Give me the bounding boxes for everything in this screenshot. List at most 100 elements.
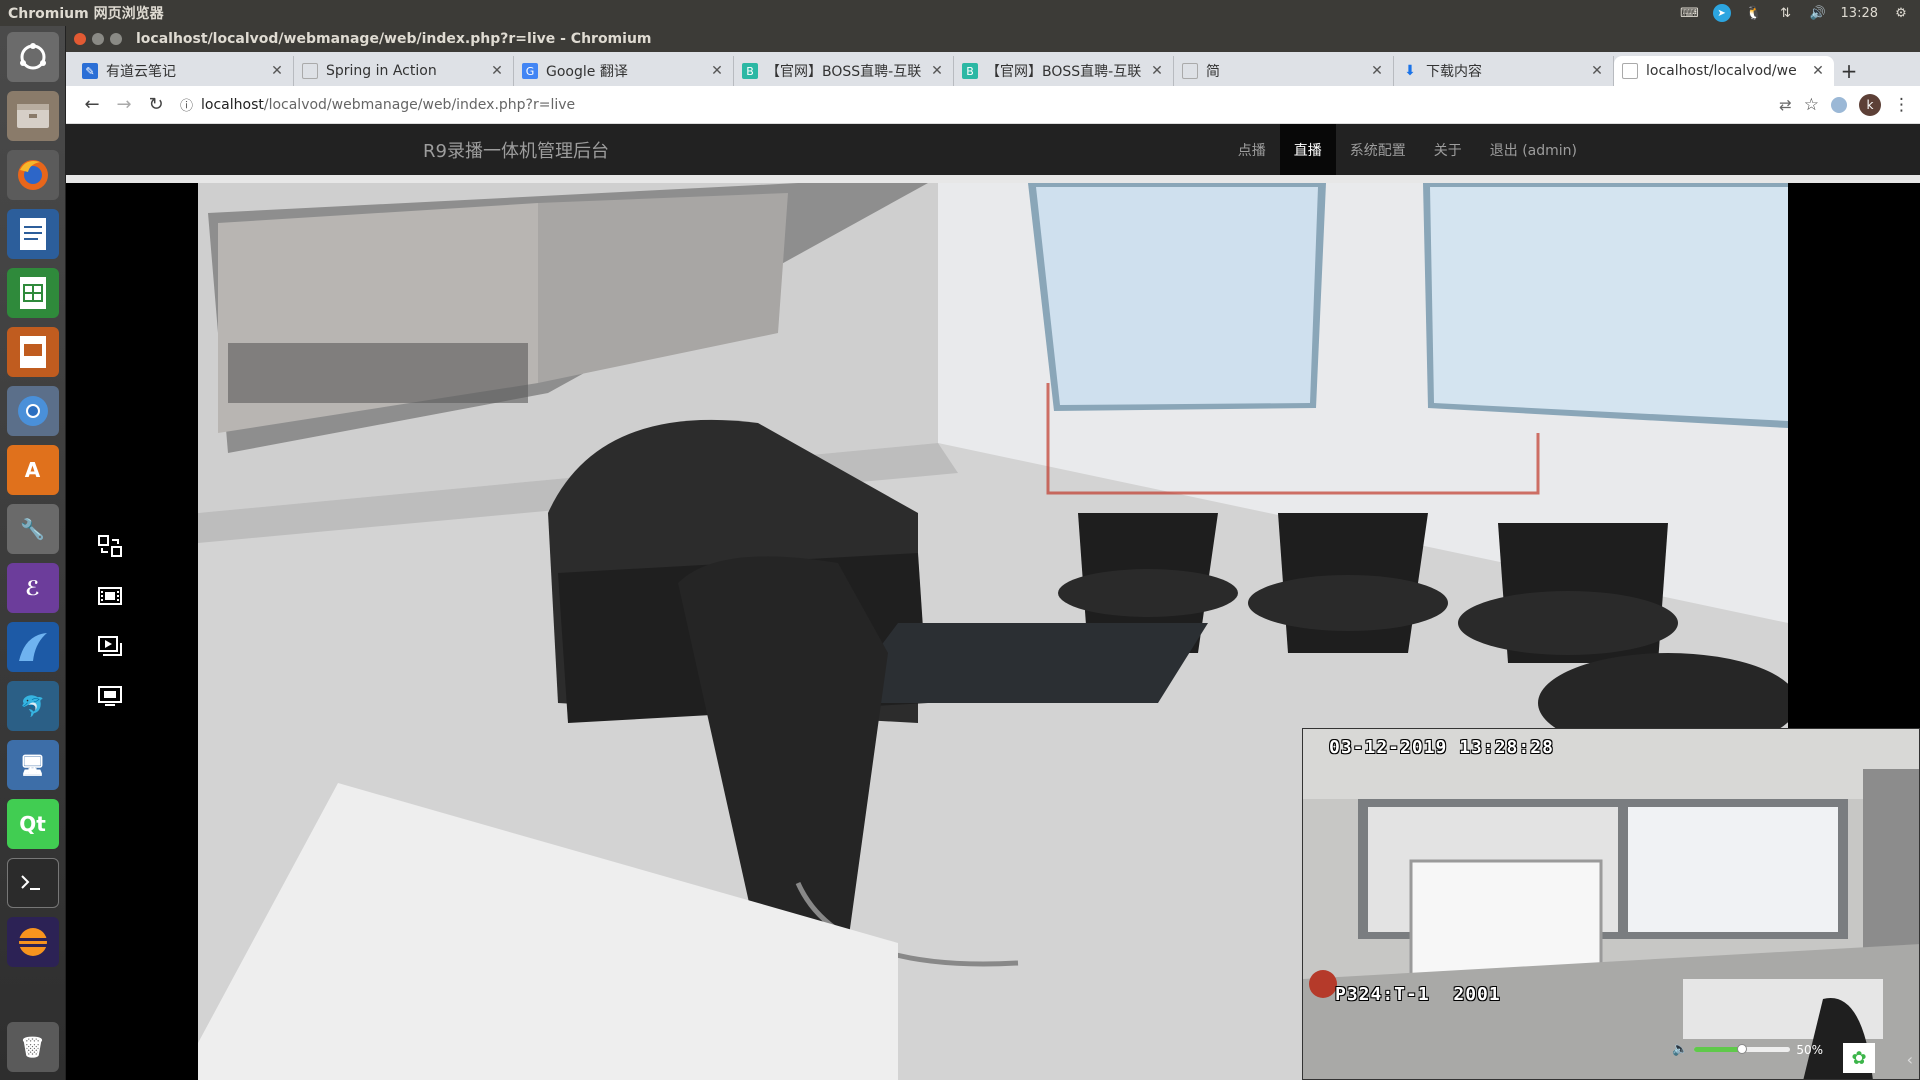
volume-knob[interactable]: [1737, 1044, 1748, 1054]
collapse-chevron-icon[interactable]: ‹: [1907, 1050, 1913, 1069]
speaker-icon[interactable]: 🔈: [1672, 1042, 1688, 1057]
libreoffice-calc-icon[interactable]: [6, 268, 59, 318]
active-app-title: Chromium 网页浏览器: [8, 6, 164, 22]
tab-boss-2[interactable]: B 【官网】BOSS直聘-互联 ✕: [954, 56, 1174, 86]
site-navbar: R9录播一体机管理后台 点播 直播 系统配置 关于 退出 (admin): [66, 124, 1920, 175]
settings-gear-icon[interactable]: ⚙: [1892, 4, 1910, 22]
terminal-icon[interactable]: [6, 858, 59, 908]
libreoffice-writer-icon[interactable]: [6, 209, 59, 259]
dash-home-icon[interactable]: [6, 32, 59, 82]
network-icon[interactable]: ⇅: [1777, 4, 1795, 22]
tab-close-icon[interactable]: ✕: [709, 63, 725, 79]
film-strip-icon[interactable]: [96, 583, 124, 609]
profile-avatar[interactable]: k: [1859, 93, 1881, 116]
trash-icon[interactable]: 🗑: [6, 1022, 59, 1072]
url-path: /localvod/webmanage/web/index.php?r=live: [263, 96, 576, 113]
eclipse-icon[interactable]: [6, 917, 59, 967]
volume-label: 50%: [1796, 1042, 1823, 1057]
tab-close-icon[interactable]: ✕: [269, 63, 285, 79]
remote-desktop-icon[interactable]: 🖥: [6, 740, 59, 790]
input-method-icon[interactable]: ⌨: [1680, 4, 1699, 22]
files-icon[interactable]: [6, 91, 59, 141]
tab-jian[interactable]: 简 ✕: [1174, 56, 1394, 86]
document-icon: [302, 63, 318, 79]
system-top-panel: Chromium 网页浏览器 ⌨ ➤ 🐧 ⇅ 🔊 13:28 ⚙: [0, 0, 1920, 26]
tab-close-icon[interactable]: ✕: [1149, 63, 1165, 79]
reload-icon[interactable]: ↻: [140, 89, 172, 121]
play-video-icon[interactable]: [96, 633, 124, 659]
extension-icon[interactable]: [1831, 96, 1847, 113]
nav-live[interactable]: 直播: [1279, 124, 1336, 175]
tab-spring-in-action[interactable]: Spring in Action ✕: [294, 56, 514, 86]
site-info-icon[interactable]: ⓘ: [180, 95, 193, 114]
minimize-window-icon[interactable]: [92, 33, 104, 45]
mysql-workbench-icon[interactable]: 🐬: [6, 681, 59, 731]
telegram-icon[interactable]: ➤: [1712, 4, 1731, 22]
system-tray: ⌨ ➤ 🐧 ⇅ 🔊 13:28 ⚙: [1680, 4, 1920, 22]
browser-window: localhost/localvod/webmanage/web/index.p…: [66, 26, 1920, 1080]
tab-strip: ✎ 有道云笔记 ✕ Spring in Action ✕ G Google 翻译…: [66, 52, 1920, 86]
bookmark-star-icon[interactable]: ☆: [1804, 95, 1819, 115]
nav-vod[interactable]: 点播: [1224, 124, 1280, 175]
pip-timestamp-overlay: 03-12-2019 13:28:28: [1329, 737, 1554, 758]
qq-icon[interactable]: 🐧: [1745, 4, 1763, 22]
pip-camera-scene: [1303, 729, 1919, 1079]
window-titlebar: localhost/localvod/webmanage/web/index.p…: [66, 26, 1920, 52]
volume-icon[interactable]: 🔊: [1809, 4, 1827, 22]
navbar-divider: [66, 175, 1920, 183]
pip-live-video[interactable]: 03-12-2019 13:28:28 P324:T-1 2001 🔈 50% …: [1302, 728, 1920, 1080]
tab-label: Spring in Action: [326, 63, 437, 79]
leaf-logo-icon: ✿: [1843, 1043, 1875, 1073]
download-icon: ⬇: [1404, 63, 1416, 79]
clock[interactable]: 13:28: [1841, 6, 1878, 21]
tab-label: 【官网】BOSS直聘-互联: [766, 64, 922, 80]
google-translate-icon: G: [522, 63, 538, 79]
nav-logout[interactable]: 退出 (admin): [1476, 124, 1591, 175]
tab-label: localhost/localvod/we: [1646, 63, 1797, 79]
live-stage: 03-12-2019 13:28:28 P324:T-1 2001 🔈 50% …: [66, 183, 1920, 1080]
nav-about[interactable]: 关于: [1420, 124, 1476, 175]
translate-page-icon[interactable]: ⇄: [1779, 96, 1792, 114]
software-center-icon[interactable]: A: [6, 445, 59, 495]
close-window-icon[interactable]: [74, 33, 86, 45]
tab-downloads[interactable]: ⬇ 下载内容 ✕: [1394, 56, 1614, 86]
nav-system-config[interactable]: 系统配置: [1336, 124, 1420, 175]
firefox-icon[interactable]: [6, 150, 59, 200]
toolbar-right-icons: ⇄ ☆ k ⋮: [1779, 93, 1910, 116]
tab-label: Google 翻译: [546, 64, 628, 80]
pip-volume-control[interactable]: 🔈 50%: [1672, 1042, 1823, 1057]
pip-channel-overlay: P324:T-1 2001: [1335, 984, 1501, 1005]
document-icon: [1182, 63, 1198, 79]
tab-close-icon[interactable]: ✕: [1589, 63, 1605, 79]
address-bar[interactable]: ⓘ localhost/localvod/webmanage/web/index…: [172, 90, 1779, 120]
window-controls: [66, 33, 136, 45]
unity-launcher: A 🔧 ℰ 🐬 🖥 Qt 🗑: [0, 26, 66, 1080]
tab-label: 有道云笔记: [106, 64, 176, 80]
new-tab-button[interactable]: +: [1834, 56, 1864, 86]
back-arrow-icon[interactable]: ←: [76, 89, 108, 121]
site-brand[interactable]: R9录播一体机管理后台: [423, 137, 609, 163]
tab-close-icon[interactable]: ✕: [1810, 63, 1826, 79]
system-settings-icon[interactable]: 🔧: [6, 504, 59, 554]
boss-icon: B: [962, 63, 978, 79]
tab-label: 【官网】BOSS直聘-互联: [986, 64, 1142, 80]
maximize-window-icon[interactable]: [110, 33, 122, 45]
wireshark-icon[interactable]: [6, 622, 59, 672]
volume-slider[interactable]: [1694, 1044, 1791, 1054]
tab-close-icon[interactable]: ✕: [489, 63, 505, 79]
youdao-note-icon: ✎: [82, 63, 98, 79]
forward-arrow-icon[interactable]: →: [108, 89, 140, 121]
tab-close-icon[interactable]: ✕: [929, 63, 945, 79]
tab-youdao-note[interactable]: ✎ 有道云笔记 ✕: [74, 56, 294, 86]
qt-creator-icon[interactable]: Qt: [6, 799, 59, 849]
layout-switch-icon[interactable]: [96, 533, 124, 559]
tab-google-translate[interactable]: G Google 翻译 ✕: [514, 56, 734, 86]
menu-kebab-icon[interactable]: ⋮: [1893, 95, 1910, 115]
emacs-icon[interactable]: ℰ: [6, 563, 59, 613]
tab-boss-1[interactable]: B 【官网】BOSS直聘-互联 ✕: [734, 56, 954, 86]
libreoffice-impress-icon[interactable]: [6, 327, 59, 377]
chromium-icon[interactable]: [6, 386, 59, 436]
tab-localhost-active[interactable]: localhost/localvod/we ✕: [1614, 56, 1834, 86]
monitor-icon[interactable]: [96, 683, 124, 709]
tab-close-icon[interactable]: ✕: [1369, 63, 1385, 79]
